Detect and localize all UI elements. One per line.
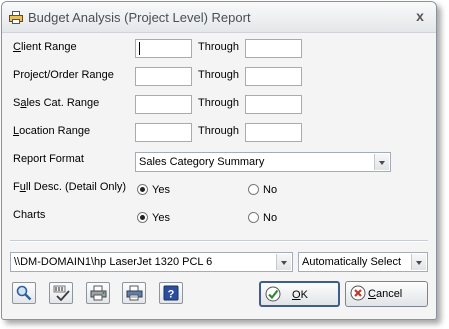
location-range-from-input[interactable] <box>135 123 192 142</box>
project-range-from-input[interactable] <box>135 67 192 86</box>
through-label: Through <box>198 97 239 109</box>
spellcheck-icon <box>53 285 70 301</box>
client-range-to-input[interactable] <box>245 39 302 58</box>
project-range-to-input[interactable] <box>245 67 302 86</box>
report-dialog: Budget Analysis (Project Level) Report x… <box>1 1 437 320</box>
cancel-x-icon <box>350 285 366 301</box>
close-icon[interactable]: x <box>413 8 427 24</box>
preview-button[interactable] <box>12 282 36 304</box>
charts-yes-label[interactable]: Yes <box>152 212 170 224</box>
sales-cat-range-to-input[interactable] <box>245 95 302 114</box>
print-button[interactable] <box>122 282 146 304</box>
full-desc-yes-radio[interactable] <box>137 184 148 195</box>
paper-tray-select[interactable]: Automatically Select <box>298 252 428 272</box>
print-setup-button[interactable] <box>86 282 110 304</box>
sales-cat-range-label: Sales Cat. Range <box>13 97 100 109</box>
printer-value: \\DM-DOMAIN1\hp LaserJet 1320 PCL 6 <box>14 256 213 268</box>
project-range-label: Project/Order Range <box>13 69 114 81</box>
window-title: Budget Analysis (Project Level) Report <box>28 10 251 25</box>
magnifier-icon <box>16 285 32 301</box>
chevron-down-icon[interactable] <box>276 254 291 270</box>
report-format-label: Report Format <box>13 153 84 165</box>
report-format-select[interactable]: Sales Category Summary <box>135 152 391 172</box>
location-range-to-input[interactable] <box>245 123 302 142</box>
ok-button[interactable]: OK <box>259 281 340 307</box>
checkmark-icon <box>265 286 281 302</box>
client-range-from-input[interactable] <box>135 39 192 58</box>
cancel-button[interactable]: Cancel <box>345 281 428 307</box>
full-desc-no-label[interactable]: No <box>263 184 277 196</box>
svg-text:?: ? <box>168 289 175 301</box>
report-format-value: Sales Category Summary <box>139 156 265 168</box>
full-desc-yes-label[interactable]: Yes <box>152 184 170 196</box>
cancel-button-label: Cancel <box>368 288 403 300</box>
report-app-icon <box>9 11 23 24</box>
printer-select[interactable]: \\DM-DOMAIN1\hp LaserJet 1320 PCL 6 <box>10 252 293 272</box>
client-range-label: Client Range <box>13 41 77 53</box>
print-setup-icon <box>90 285 107 301</box>
through-label: Through <box>198 69 239 81</box>
charts-yes-radio[interactable] <box>137 212 148 223</box>
help-button[interactable]: ? <box>159 282 183 304</box>
title-bar: Budget Analysis (Project Level) Report x <box>2 2 436 33</box>
charts-no-radio[interactable] <box>248 212 259 223</box>
paper-tray-value: Automatically Select <box>302 256 402 268</box>
location-range-label: Location Range <box>13 125 91 137</box>
chevron-down-icon[interactable] <box>411 254 426 270</box>
through-label: Through <box>198 125 239 137</box>
charts-no-label[interactable]: No <box>263 212 277 224</box>
full-desc-no-radio[interactable] <box>248 184 259 195</box>
separator <box>10 240 428 242</box>
chevron-down-icon[interactable] <box>374 154 389 170</box>
ok-button-label: OK <box>292 289 308 301</box>
full-desc-label: Full Desc. (Detail Only) <box>13 181 127 193</box>
text-caret <box>139 42 140 55</box>
printer-icon <box>126 285 143 301</box>
help-icon: ? <box>163 285 179 301</box>
sales-cat-range-from-input[interactable] <box>135 95 192 114</box>
spellcheck-button[interactable] <box>49 282 73 304</box>
through-label: Through <box>198 41 239 53</box>
charts-label: Charts <box>13 209 46 221</box>
